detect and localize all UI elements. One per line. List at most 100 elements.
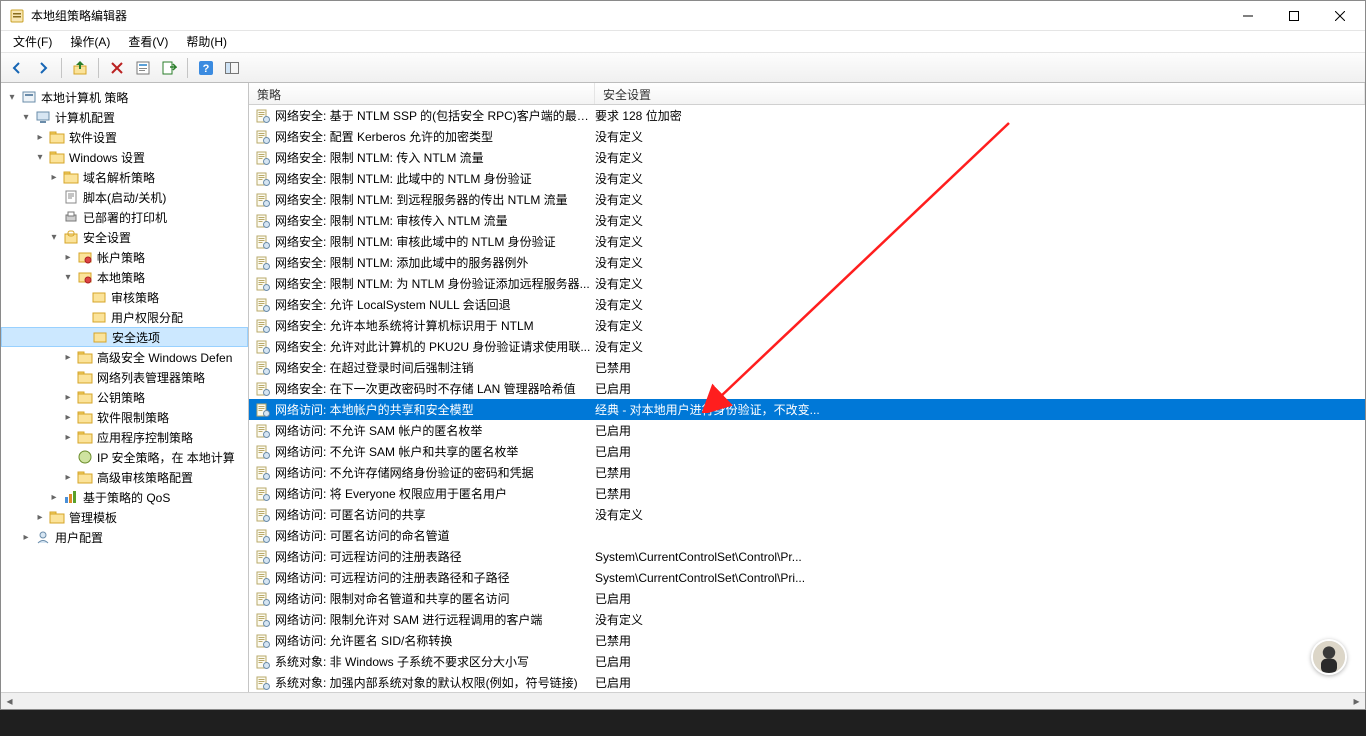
policy-row[interactable]: 网络访问: 允许匿名 SID/名称转换已禁用 — [249, 630, 1365, 651]
policy-row[interactable]: 网络安全: 限制 NTLM: 传入 NTLM 流量没有定义 — [249, 147, 1365, 168]
tree-scripts[interactable]: ▸脚本(启动/关机) — [1, 187, 248, 207]
policy-row[interactable]: 网络安全: 基于 NTLM SSP 的(包括安全 RPC)客户端的最小...要求… — [249, 105, 1365, 126]
expand-icon[interactable]: ▸ — [33, 130, 47, 144]
tree-app-control[interactable]: ▸应用程序控制策略 — [1, 427, 248, 447]
properties-button[interactable] — [131, 56, 155, 80]
column-policy[interactable]: 策略 — [249, 83, 595, 104]
tree-software-restriction[interactable]: ▸软件限制策略 — [1, 407, 248, 427]
tree-software-settings[interactable]: ▸ 软件设置 — [1, 127, 248, 147]
policy-name: 网络安全: 在下一次更改密码时不存储 LAN 管理器哈希值 — [275, 380, 595, 397]
menu-file[interactable]: 文件(F) — [5, 31, 60, 52]
back-button[interactable] — [5, 56, 29, 80]
tree-deployed-printers[interactable]: ▸已部署的打印机 — [1, 207, 248, 227]
svg-text:?: ? — [203, 63, 210, 75]
tree-label: IP 安全策略，在 本地计算 — [97, 449, 235, 466]
expand-icon[interactable]: ▸ — [19, 530, 33, 544]
policy-icon — [255, 486, 271, 502]
policy-row[interactable]: 网络安全: 限制 NTLM: 审核传入 NTLM 流量没有定义 — [249, 210, 1365, 231]
expand-icon[interactable]: ▸ — [61, 470, 75, 484]
show-hide-button[interactable] — [220, 56, 244, 80]
tree-audit-policy[interactable]: ▸审核策略 — [1, 287, 248, 307]
policy-row[interactable]: 网络访问: 不允许 SAM 帐户和共享的匿名枚举已启用 — [249, 441, 1365, 462]
tree-computer-config[interactable]: ▾ 计算机配置 — [1, 107, 248, 127]
expand-icon[interactable]: ▸ — [61, 410, 75, 424]
tree-adv-audit[interactable]: ▸高级审核策略配置 — [1, 467, 248, 487]
policy-row[interactable]: 网络安全: 配置 Kerberos 允许的加密类型没有定义 — [249, 126, 1365, 147]
expand-icon[interactable]: ▸ — [33, 510, 47, 524]
expand-icon[interactable]: ▸ — [47, 490, 61, 504]
folder-icon — [63, 169, 79, 185]
policy-row[interactable]: 网络安全: 限制 NTLM: 此域中的 NTLM 身份验证没有定义 — [249, 168, 1365, 189]
tree-user-rights[interactable]: ▸用户权限分配 — [1, 307, 248, 327]
policy-row[interactable]: 网络访问: 可匿名访问的命名管道 — [249, 525, 1365, 546]
tree-admin-templates[interactable]: ▸管理模板 — [1, 507, 248, 527]
minimize-button[interactable] — [1225, 1, 1271, 30]
tree-label: 公钥策略 — [97, 389, 145, 406]
tree-security-options[interactable]: ▸安全选项 — [1, 327, 248, 347]
policy-row[interactable]: 系统对象: 加强内部系统对象的默认权限(例如，符号链接)已启用 — [249, 672, 1365, 692]
tree-qos[interactable]: ▸基于策略的 QoS — [1, 487, 248, 507]
policy-row[interactable]: 网络访问: 不允许 SAM 帐户的匿名枚举已启用 — [249, 420, 1365, 441]
taskbar[interactable] — [0, 710, 1366, 736]
tree-public-key[interactable]: ▸ 公钥策略 — [1, 387, 248, 407]
help-button[interactable]: ? — [194, 56, 218, 80]
policy-name: 网络安全: 限制 NTLM: 审核此域中的 NTLM 身份验证 — [275, 233, 595, 250]
collapse-icon[interactable]: ▾ — [5, 90, 19, 104]
tree-security-settings[interactable]: ▾安全设置 — [1, 227, 248, 247]
policy-row[interactable]: 网络安全: 在下一次更改密码时不存储 LAN 管理器哈希值已启用 — [249, 378, 1365, 399]
policy-row[interactable]: 网络访问: 可远程访问的注册表路径和子路径System\CurrentContr… — [249, 567, 1365, 588]
maximize-button[interactable] — [1271, 1, 1317, 30]
menu-help[interactable]: 帮助(H) — [178, 31, 235, 52]
collapse-icon[interactable]: ▾ — [61, 270, 75, 284]
tree-account-policies[interactable]: ▸帐户策略 — [1, 247, 248, 267]
menu-view[interactable]: 查看(V) — [120, 31, 176, 52]
policy-row[interactable]: 网络访问: 将 Everyone 权限应用于匿名用户已禁用 — [249, 483, 1365, 504]
tree-network-list[interactable]: ▸网络列表管理器策略 — [1, 367, 248, 387]
policy-row[interactable]: 网络安全: 在超过登录时间后强制注销已禁用 — [249, 357, 1365, 378]
policy-row[interactable]: 网络安全: 允许 LocalSystem NULL 会话回退没有定义 — [249, 294, 1365, 315]
tree-ipsec[interactable]: ▸IP 安全策略，在 本地计算 — [1, 447, 248, 467]
horizontal-scrollbar[interactable]: ◂ ▸ — [1, 692, 1365, 709]
delete-button[interactable] — [105, 56, 129, 80]
policy-row[interactable]: 网络访问: 可匿名访问的共享没有定义 — [249, 504, 1365, 525]
tree-pane[interactable]: ▾ 本地计算机 策略 ▾ 计算机配置 — [1, 83, 249, 692]
tree-root[interactable]: ▾ 本地计算机 策略 — [1, 87, 248, 107]
tree-name-resolution[interactable]: ▸域名解析策略 — [1, 167, 248, 187]
collapse-icon[interactable]: ▾ — [47, 230, 61, 244]
up-level-button[interactable] — [68, 56, 92, 80]
policy-row[interactable]: 网络访问: 不允许存储网络身份验证的密码和凭据已禁用 — [249, 462, 1365, 483]
user-avatar[interactable] — [1311, 639, 1347, 675]
tree-adv-firewall[interactable]: ▸高级安全 Windows Defen — [1, 347, 248, 367]
export-button[interactable] — [157, 56, 181, 80]
expand-icon[interactable]: ▸ — [47, 170, 61, 184]
policy-row[interactable]: 网络访问: 可远程访问的注册表路径System\CurrentControlSe… — [249, 546, 1365, 567]
policy-row[interactable]: 网络安全: 限制 NTLM: 到远程服务器的传出 NTLM 流量没有定义 — [249, 189, 1365, 210]
expand-icon[interactable]: ▸ — [61, 430, 75, 444]
expand-icon[interactable]: ▸ — [61, 390, 75, 404]
policy-row[interactable]: 系统对象: 非 Windows 子系统不要求区分大小写已启用 — [249, 651, 1365, 672]
policy-row[interactable]: 网络安全: 允许本地系统将计算机标识用于 NTLM没有定义 — [249, 315, 1365, 336]
collapse-icon[interactable]: ▾ — [33, 150, 47, 164]
scroll-left-icon[interactable]: ◂ — [1, 693, 18, 710]
policy-row[interactable]: 网络安全: 限制 NTLM: 添加此域中的服务器例外没有定义 — [249, 252, 1365, 273]
column-setting[interactable]: 安全设置 — [595, 83, 1365, 104]
policy-row[interactable]: 网络安全: 限制 NTLM: 审核此域中的 NTLM 身份验证没有定义 — [249, 231, 1365, 252]
policy-row[interactable]: 网络安全: 允许对此计算机的 PKU2U 身份验证请求使用联...没有定义 — [249, 336, 1365, 357]
scroll-right-icon[interactable]: ▸ — [1348, 693, 1365, 710]
expand-icon[interactable]: ▸ — [61, 250, 75, 264]
forward-button[interactable] — [31, 56, 55, 80]
policy-row[interactable]: 网络安全: 限制 NTLM: 为 NTLM 身份验证添加远程服务器...没有定义 — [249, 273, 1365, 294]
policy-value: 已启用 — [595, 653, 1365, 670]
tree-local-policies[interactable]: ▾本地策略 — [1, 267, 248, 287]
policy-row[interactable]: 网络访问: 限制允许对 SAM 进行远程调用的客户端没有定义 — [249, 609, 1365, 630]
toolbar-separator — [98, 58, 99, 78]
collapse-icon[interactable]: ▾ — [19, 110, 33, 124]
tree-user-config[interactable]: ▸用户配置 — [1, 527, 248, 547]
policy-row[interactable]: 网络访问: 限制对命名管道和共享的匿名访问已启用 — [249, 588, 1365, 609]
policy-list[interactable]: 网络安全: 基于 NTLM SSP 的(包括安全 RPC)客户端的最小...要求… — [249, 105, 1365, 692]
tree-windows-settings[interactable]: ▾ Windows 设置 — [1, 147, 248, 167]
policy-row[interactable]: 网络访问: 本地帐户的共享和安全模型经典 - 对本地用户进行身份验证，不改变..… — [249, 399, 1365, 420]
expand-icon[interactable]: ▸ — [61, 350, 75, 364]
menu-action[interactable]: 操作(A) — [62, 31, 118, 52]
close-button[interactable] — [1317, 1, 1363, 30]
